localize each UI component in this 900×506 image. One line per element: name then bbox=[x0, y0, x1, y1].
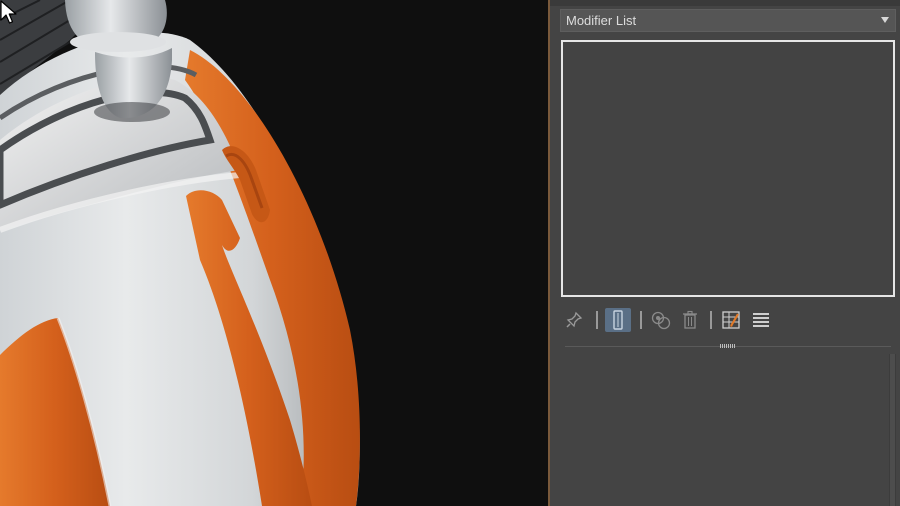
modifier-list-dropdown[interactable]: Modifier List bbox=[560, 9, 896, 32]
configure-modifier-sets-icon bbox=[722, 311, 740, 329]
modifier-stack-list[interactable] bbox=[561, 40, 895, 297]
modify-command-panel: Modifier List bbox=[550, 0, 900, 506]
show-end-result-button[interactable] bbox=[605, 308, 631, 332]
pin-stack-button[interactable] bbox=[562, 308, 586, 332]
3d-app-window: Modifier List bbox=[0, 0, 900, 506]
make-unique-icon bbox=[651, 311, 671, 330]
toolbar-separator bbox=[596, 311, 598, 329]
pin-stack-icon bbox=[566, 311, 583, 328]
scrollbar-thumb[interactable] bbox=[890, 354, 895, 506]
show-end-result-icon bbox=[613, 310, 623, 330]
list-view-button[interactable] bbox=[749, 308, 773, 332]
remove-modifier-button[interactable] bbox=[678, 308, 702, 332]
make-unique-button[interactable] bbox=[649, 308, 673, 332]
rollout-resize-grip[interactable] bbox=[720, 344, 736, 348]
chevron-down-icon bbox=[881, 17, 889, 23]
parameters-scrollbar[interactable] bbox=[889, 354, 896, 506]
trash-icon bbox=[683, 310, 697, 329]
modifier-stack-toolbar bbox=[562, 308, 862, 334]
modifier-list-label: Modifier List bbox=[566, 13, 637, 28]
configure-modifier-sets-button[interactable] bbox=[719, 308, 743, 332]
3d-viewport[interactable] bbox=[0, 0, 549, 506]
list-icon bbox=[753, 313, 769, 327]
toolbar-separator bbox=[710, 311, 712, 329]
panel-header-strip bbox=[550, 0, 900, 6]
rendered-model bbox=[0, 0, 360, 506]
toolbar-separator bbox=[640, 311, 642, 329]
mouse-cursor-icon bbox=[0, 0, 17, 24]
